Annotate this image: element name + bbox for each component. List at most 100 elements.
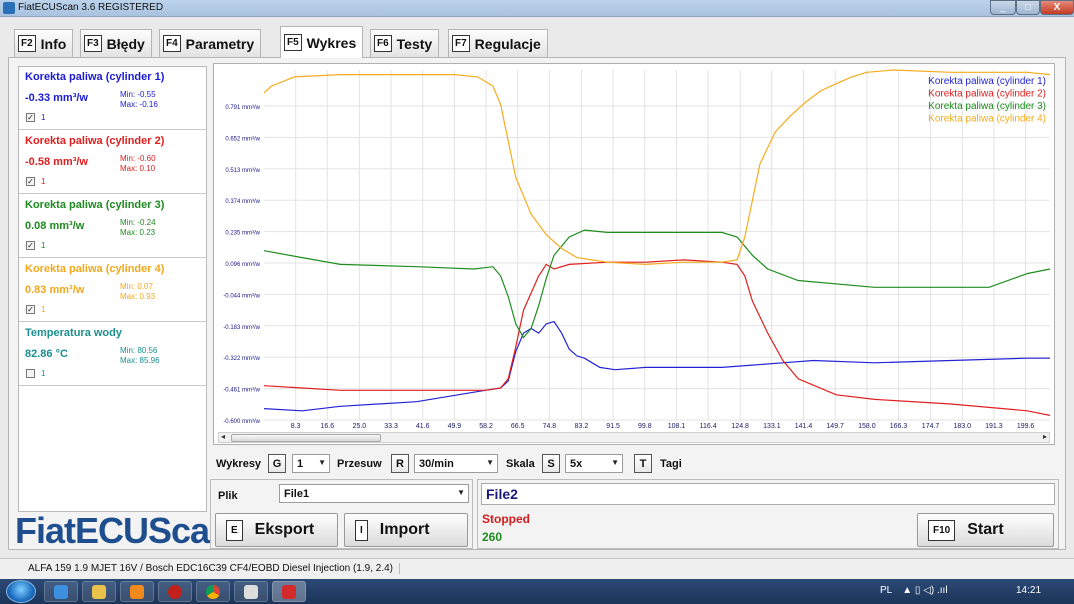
status-panel: File2 Stopped 260 F10 Start [477, 479, 1059, 549]
tagi-key[interactable]: T [634, 454, 652, 473]
x-tick-label: 174.7 [922, 423, 940, 430]
tab-label: Info [40, 35, 67, 52]
tab-testy[interactable]: F6 Testy [370, 29, 440, 57]
tab-label: Testy [396, 35, 433, 52]
maximize-button[interactable]: □ [1016, 0, 1040, 15]
sensor-name: Korekta paliwa (cylinder 2) [25, 135, 165, 147]
scroll-left-icon[interactable]: ◂ [221, 432, 225, 441]
fiatecuscan-taskbar-icon[interactable] [272, 581, 306, 602]
file-label: Plik [218, 490, 238, 502]
app-icon [3, 2, 15, 14]
file-name-field[interactable]: File2 [481, 483, 1055, 505]
chevron-down-icon: ▼ [457, 488, 465, 497]
skala-select[interactable]: 5x ▼ [565, 454, 623, 473]
x-tick-label: 183.0 [953, 423, 971, 430]
sensor-min: Min: -0.55 [120, 90, 156, 99]
x-tick-label: 149.7 [826, 423, 844, 430]
system-tray[interactable]: PL ▲ ▯ ◁) .ııl [880, 585, 948, 596]
file-panel: Plik File1 ▼ E Eksport I Import [210, 479, 473, 549]
tab-label: Wykres [306, 34, 357, 51]
x-tick-label: 74.8 [543, 423, 557, 430]
wykresy-select[interactable]: 1 ▼ [292, 454, 330, 473]
x-tick-label: 58.2 [479, 423, 493, 430]
x-tick-label: 158.0 [858, 423, 876, 430]
sensor-item: Korekta paliwa (cylinder 3) 0.08 mm³/w M… [19, 195, 206, 258]
sensor-checkbox[interactable]: ✓ [26, 241, 35, 250]
sensor-value: -0.58 mm³/w [25, 156, 88, 168]
sensor-item: Korekta paliwa (cylinder 2) -0.58 mm³/w … [19, 131, 206, 194]
sensor-checkbox[interactable]: ✓ [26, 305, 35, 314]
y-tick-label: 0.096 mm³/w [225, 262, 260, 268]
export-button[interactable]: E Eksport [215, 513, 338, 547]
close-button[interactable]: X [1040, 0, 1074, 15]
skala-value: 5x [570, 457, 583, 470]
windows-start-icon[interactable] [6, 580, 36, 603]
x-tick-label: 141.4 [795, 423, 813, 430]
explorer-icon[interactable] [82, 581, 116, 602]
sensor-name: Korekta paliwa (cylinder 3) [25, 199, 165, 211]
sensor-value: 0.08 mm³/w [25, 220, 85, 232]
y-tick-label: -0.600 mm³/w [223, 419, 260, 425]
sensor-value: -0.33 mm³/w [25, 92, 88, 104]
x-tick-label: 25.0 [353, 423, 367, 430]
tab-label: Błędy [106, 35, 145, 52]
sensor-checkbox[interactable]: ✓ [26, 113, 35, 122]
sensor-list: Korekta paliwa (cylinder 1) -0.33 mm³/w … [18, 66, 207, 512]
horizontal-scrollbar[interactable]: ◂ ▸ [218, 432, 1050, 443]
tab-bledy[interactable]: F3 Błędy [80, 29, 152, 57]
file-select[interactable]: File1 ▼ [279, 484, 469, 503]
series-line [263, 229, 1051, 339]
scrollbar-thumb[interactable] [231, 434, 381, 442]
tab-info[interactable]: F2 Info [14, 29, 74, 57]
tab-parametry[interactable]: F4 Parametry [159, 29, 262, 57]
chrome-icon[interactable] [196, 581, 230, 602]
x-tick-label: 83.2 [575, 423, 589, 430]
tab-wykres[interactable]: F5 Wykres [280, 26, 364, 58]
sensor-min: Min: -0.24 [120, 218, 156, 227]
sensor-min: Min: 80.56 [120, 346, 158, 355]
x-tick-label: 16.6 [321, 423, 335, 430]
minimize-button[interactable]: _ [990, 0, 1016, 15]
legend-entry: Korekta paliwa (cylinder 4) [928, 114, 1046, 125]
x-tick-label: 116.4 [700, 423, 717, 430]
y-tick-label: -0.183 mm³/w [223, 325, 260, 331]
sensor-index: 1 [41, 241, 46, 250]
tab-key: F4 [163, 35, 181, 52]
sensor-min: Min: 0.07 [120, 282, 153, 291]
x-tick-label: 66.5 [511, 423, 525, 430]
y-tick-label: 0.235 mm³/w [225, 231, 260, 237]
import-key: I [355, 519, 368, 541]
tab-regulacje[interactable]: F7 Regulacje [448, 29, 548, 57]
tagi-label: Tagi [660, 458, 682, 470]
start-button[interactable]: F10 Start [917, 513, 1054, 547]
app-icon-6[interactable] [234, 581, 268, 602]
media-player-icon[interactable] [120, 581, 154, 602]
sensor-max: Max: 0.23 [120, 228, 156, 237]
import-button[interactable]: I Import [344, 513, 468, 547]
sensor-checkbox[interactable]: ✓ [26, 177, 35, 186]
legend-entry: Korekta paliwa (cylinder 1) [928, 76, 1046, 87]
wykresy-label: Wykresy [216, 458, 262, 470]
record-icon[interactable] [158, 581, 192, 602]
file-value: File1 [284, 487, 310, 500]
przesuw-select[interactable]: 30/min ▼ [414, 454, 498, 473]
chevron-down-icon: ▼ [318, 458, 326, 467]
title-bar: FiatECUScan 3.6 REGISTERED _ □ X [0, 0, 1074, 17]
przesuw-key[interactable]: R [391, 454, 409, 473]
tab-label: Parametry [185, 35, 255, 52]
scroll-right-icon[interactable]: ▸ [1043, 432, 1047, 441]
sensor-index: 1 [41, 305, 46, 314]
tray-icons[interactable]: ▲ ▯ ◁) .ııl [902, 585, 947, 596]
wykresy-key[interactable]: G [268, 454, 286, 473]
sensor-checkbox[interactable] [26, 369, 35, 378]
y-tick-label: 0.374 mm³/w [225, 199, 260, 205]
language-indicator[interactable]: PL [880, 585, 892, 596]
clock: 14:21 [1016, 585, 1042, 596]
y-tick-label: 0.513 mm³/w [225, 168, 260, 174]
skala-key[interactable]: S [542, 454, 560, 473]
ie-icon[interactable] [44, 581, 78, 602]
x-tick-label: 166.3 [890, 423, 908, 430]
x-tick-label: 108.1 [668, 423, 686, 430]
start-key: F10 [928, 519, 956, 541]
x-tick-label: 41.6 [416, 423, 430, 430]
